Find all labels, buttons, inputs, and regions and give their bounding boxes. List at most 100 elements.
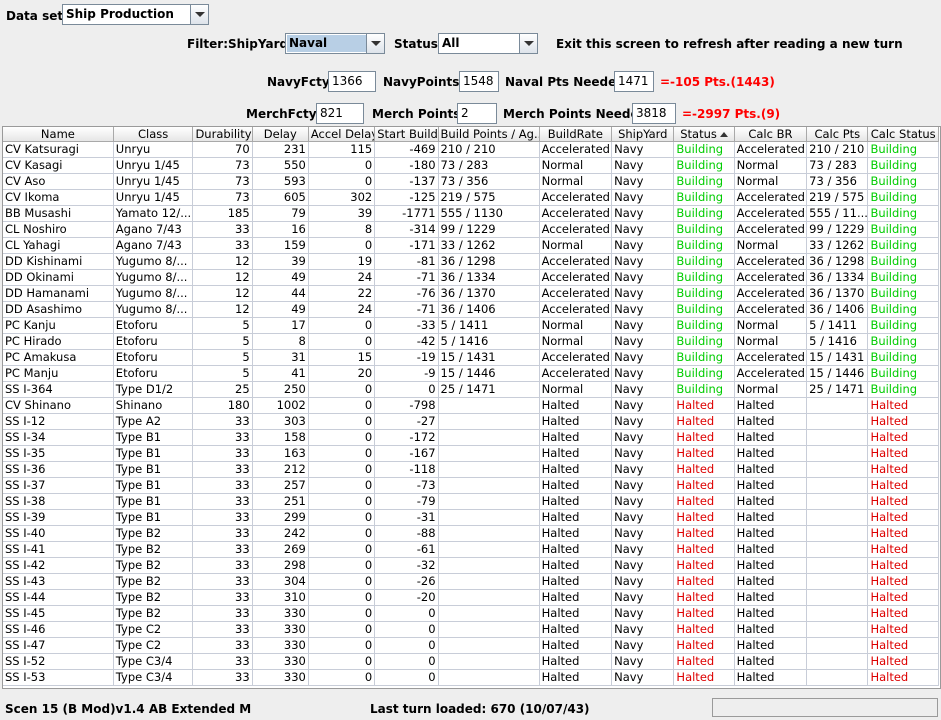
cell-durability: 73 xyxy=(192,189,253,206)
col-header-start-building[interactable]: Start Buildi... xyxy=(374,127,439,142)
col-header-shipyard[interactable]: ShipYard xyxy=(611,127,675,142)
cell-calc-status: Building xyxy=(867,205,939,222)
table-row[interactable]: BB Musashi Yamato 12/... 185 79 39 -1771 555 /… xyxy=(3,205,939,222)
col-header-delay[interactable]: Delay xyxy=(252,127,309,142)
col-header-accel-delay[interactable]: Accel Delay xyxy=(308,127,376,142)
col-header-class[interactable]: Class xyxy=(113,127,194,142)
cell-status: Halted xyxy=(673,413,735,430)
table-row[interactable]: DD Hamanami Yugumo 8/... 12 44 22 -76 36 / 137… xyxy=(3,285,939,302)
col-header-build-points[interactable]: Build Points / Ag... xyxy=(438,127,540,142)
table-row[interactable]: SS I-45 Type B2 33 330 0 0 Halted Navy Halted Hal… xyxy=(3,605,939,622)
table-row[interactable]: PC Kanju Etoforu 5 17 0 -33 5 / 1411 Normal Navy… xyxy=(3,317,939,334)
ship-production-table[interactable]: Name Class Durability Delay Accel Delay … xyxy=(2,126,941,689)
cell-name: SS I-35 xyxy=(3,445,114,462)
table-row[interactable]: DD Kishinami Yugumo 8/... 12 39 19 -81 36 / 12… xyxy=(3,253,939,270)
cell-calc-pts: 73 / 283 xyxy=(806,157,869,174)
cell-delay: 257 xyxy=(252,477,309,494)
cell-accel-delay: 0 xyxy=(308,461,376,478)
cell-build-points: 36 / 1370 xyxy=(438,285,540,302)
status-filter-label: Status: xyxy=(394,37,443,51)
table-row[interactable]: CV Ikoma Unryu 1/45 73 605 302 -125 219 / 575 A… xyxy=(3,189,939,206)
table-row[interactable]: SS I-35 Type B1 33 163 0 -167 Halted Navy Halted… xyxy=(3,445,939,462)
merch-fcty-field[interactable]: 821 xyxy=(316,103,364,124)
merch-points-field[interactable]: 2 xyxy=(457,103,497,124)
cell-buildrate: Normal xyxy=(539,173,613,190)
cell-class: Unryu 1/45 xyxy=(113,189,194,206)
table-row[interactable]: PC Hirado Etoforu 5 8 0 -42 5 / 1416 Normal Navy… xyxy=(3,333,939,350)
cell-status: Halted xyxy=(673,653,735,670)
status-select[interactable]: All xyxy=(438,33,538,54)
table-row[interactable]: CL Yahagi Agano 7/43 33 159 0 -171 33 / 1262 No… xyxy=(3,237,939,254)
col-header-buildrate[interactable]: BuildRate xyxy=(539,127,613,142)
table-row[interactable]: PC Manju Etoforu 5 41 20 -9 15 / 1446 Accelerat… xyxy=(3,365,939,382)
cell-buildrate: Halted xyxy=(539,493,613,510)
cell-calc-status: Halted xyxy=(867,493,939,510)
table-row[interactable]: DD Asashimo Yugumo 8/... 12 49 24 -71 36 / 140… xyxy=(3,301,939,318)
cell-durability: 33 xyxy=(192,637,253,654)
col-header-name[interactable]: Name xyxy=(3,127,114,142)
naval-needed-field[interactable]: 1471 xyxy=(614,71,654,92)
table-row[interactable]: SS I-12 Type A2 33 303 0 -27 Halted Navy Halted H… xyxy=(3,413,939,430)
table-row[interactable]: SS I-53 Type C3/4 33 330 0 0 Halted Navy Halted H… xyxy=(3,669,939,686)
navy-points-field[interactable]: 1548 xyxy=(459,71,499,92)
cell-start-building: 0 xyxy=(374,637,439,654)
cell-calc-br: Accelerated xyxy=(734,253,808,270)
cell-build-points: 5 / 1411 xyxy=(438,317,540,334)
table-row[interactable]: SS I-47 Type C2 33 330 0 0 Halted Navy Halted Hal… xyxy=(3,637,939,654)
col-header-status[interactable]: Status xyxy=(673,127,735,142)
cell-calc-pts xyxy=(806,413,869,430)
dataset-select[interactable]: Ship Production xyxy=(62,4,209,25)
cell-start-building: -180 xyxy=(374,157,439,174)
table-row[interactable]: SS I-42 Type B2 33 298 0 -32 Halted Navy Halted H… xyxy=(3,557,939,574)
table-row[interactable]: SS I-364 Type D1/2 25 250 0 0 25 / 1471 Normal N… xyxy=(3,381,939,398)
table-row[interactable]: CV Katsuragi Unryu 70 231 115 -469 210 / 210 Ac… xyxy=(3,141,939,158)
table-row[interactable]: CV Kasagi Unryu 1/45 73 550 0 -180 73 / 283 Nor… xyxy=(3,157,939,174)
cell-status: Building xyxy=(673,141,735,158)
cell-durability: 33 xyxy=(192,509,253,526)
table-row[interactable]: SS I-46 Type C2 33 330 0 0 Halted Navy Halted Hal… xyxy=(3,621,939,638)
table-row[interactable]: SS I-41 Type B2 33 269 0 -61 Halted Navy Halted H… xyxy=(3,541,939,558)
col-header-calc-br[interactable]: Calc BR xyxy=(734,127,808,142)
cell-start-building: -118 xyxy=(374,461,439,478)
cell-start-building: 0 xyxy=(374,605,439,622)
cell-shipyard: Navy xyxy=(611,381,675,398)
shipyard-select[interactable]: Naval xyxy=(285,33,385,54)
cell-start-building: 0 xyxy=(374,621,439,638)
table-row[interactable]: CL Noshiro Agano 7/43 33 16 8 -314 99 / 1229 Ac… xyxy=(3,221,939,238)
table-row[interactable]: SS I-44 Type B2 33 310 0 -20 Halted Navy Halted H… xyxy=(3,589,939,606)
cell-calc-br: Normal xyxy=(734,173,808,190)
table-row[interactable]: SS I-39 Type B1 33 299 0 -31 Halted Navy Halted H… xyxy=(3,509,939,526)
chevron-down-icon[interactable] xyxy=(366,34,384,53)
cell-calc-status: Halted xyxy=(867,669,939,686)
navy-fcty-field[interactable]: 1366 xyxy=(328,71,376,92)
cell-class: Type B2 xyxy=(113,605,194,622)
table-row[interactable]: CV Shinano Shinano 180 1002 0 -798 Halted Navy H… xyxy=(3,397,939,414)
cell-calc-pts xyxy=(806,669,869,686)
table-row[interactable]: CV Aso Unryu 1/45 73 593 0 -137 73 / 356 Normal… xyxy=(3,173,939,190)
chevron-down-icon[interactable] xyxy=(190,5,208,24)
table-body: CV Katsuragi Unryu 70 231 115 -469 210 / 210 Ac… xyxy=(3,141,939,686)
table-row[interactable]: PC Amakusa Etoforu 5 31 15 -19 15 / 1431 Accele… xyxy=(3,349,939,366)
table-row[interactable]: SS I-43 Type B2 33 304 0 -26 Halted Navy Halted H… xyxy=(3,573,939,590)
cell-durability: 33 xyxy=(192,429,253,446)
table-row[interactable]: SS I-37 Type B1 33 257 0 -73 Halted Navy Halted H… xyxy=(3,477,939,494)
cell-calc-status: Building xyxy=(867,285,939,302)
table-row[interactable]: SS I-36 Type B1 33 212 0 -118 Halted Navy Halted… xyxy=(3,461,939,478)
table-row[interactable]: SS I-40 Type B2 33 242 0 -88 Halted Navy Halted H… xyxy=(3,525,939,542)
col-header-calc-pts[interactable]: Calc Pts xyxy=(806,127,869,142)
table-row[interactable]: SS I-52 Type C3/4 33 330 0 0 Halted Navy Halted H… xyxy=(3,653,939,670)
cell-name: DD Hamanami xyxy=(3,285,114,302)
table-row[interactable]: SS I-38 Type B1 33 251 0 -79 Halted Navy Halted H… xyxy=(3,493,939,510)
cell-start-building: -798 xyxy=(374,397,439,414)
col-header-durability[interactable]: Durability xyxy=(192,127,253,142)
merch-needed-field[interactable]: 3818 xyxy=(632,103,676,124)
cell-class: Unryu xyxy=(113,141,194,158)
chevron-down-icon[interactable] xyxy=(519,34,537,53)
col-header-calc-status[interactable]: Calc Status xyxy=(867,127,939,142)
cell-start-building: -42 xyxy=(374,333,439,350)
table-row[interactable]: SS I-34 Type B1 33 158 0 -172 Halted Navy Halted… xyxy=(3,429,939,446)
cell-name: SS I-40 xyxy=(3,525,114,542)
cell-accel-delay: 20 xyxy=(308,365,376,382)
table-row[interactable]: DD Okinami Yugumo 8/... 12 49 24 -71 36 / 1334… xyxy=(3,269,939,286)
col-header-status-label: Status xyxy=(680,127,717,141)
